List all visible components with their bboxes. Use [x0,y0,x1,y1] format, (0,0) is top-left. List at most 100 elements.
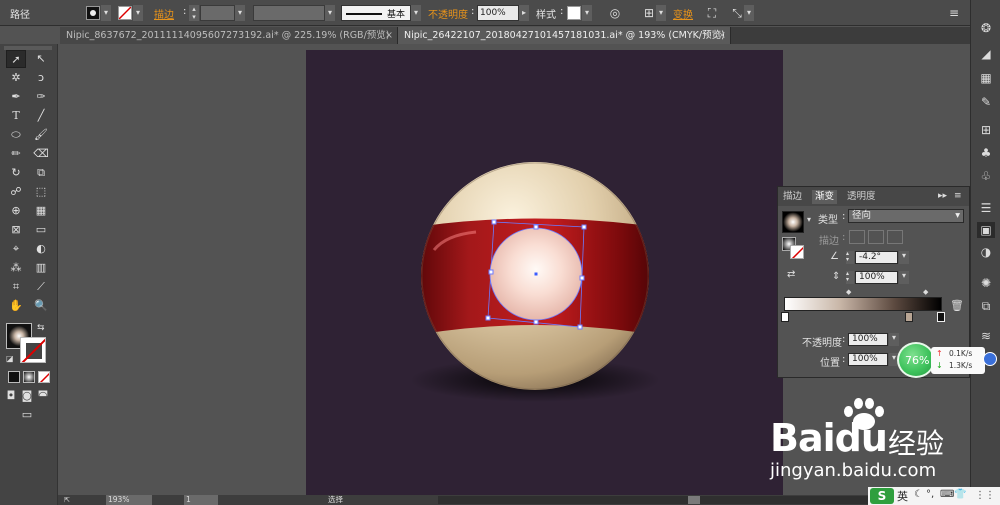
warp-tool-icon[interactable]: ☍ [6,183,26,201]
gradient-preset-dropdown[interactable]: ▾ [807,215,811,224]
opacity-link[interactable]: 不透明度 [428,6,468,21]
midpoint-diamond-1[interactable]: ◆ [846,288,851,296]
tab-document-2[interactable]: Nipic_26422107_20180427101457181031.ai* … [398,27,731,44]
gradient-mode-icon[interactable] [23,371,35,383]
variable-width-dropdown[interactable] [253,5,325,21]
selection-handle[interactable] [533,224,539,230]
style-swatch[interactable] [567,6,581,20]
draw-inside-icon[interactable]: ◚ [36,387,50,405]
hand-tool-icon[interactable]: ✋ [6,297,26,315]
billiard-ball-artwork[interactable] [306,50,783,495]
stroke-swatch[interactable] [118,6,132,20]
draw-normal-icon[interactable]: ◘ [4,387,18,405]
transform-link[interactable]: 变换 [673,6,693,21]
magic-wand-tool-icon[interactable]: ✲ [6,69,26,87]
keyboard-icon[interactable]: ⌨ [940,489,954,500]
stroke-weight-stepper[interactable]: ▴ ▾ [189,5,199,21]
slice-tool-icon[interactable]: ⟋ [31,278,51,296]
blend-tool-icon[interactable]: ◐ [31,240,51,258]
tab-document-1[interactable]: Nipic_8637672_20111114095607273192.ai* @… [60,27,398,44]
accelerator-icon[interactable] [983,352,997,366]
reverse-gradient-icon[interactable]: ⇄ [787,269,795,280]
draw-behind-icon[interactable]: ◙ [20,387,34,405]
mesh-tool-icon[interactable]: ⊠ [6,221,26,239]
column-graph-tool-icon[interactable]: ▥ [31,259,51,277]
stroke-within-icon[interactable] [849,230,865,244]
symbols-icon[interactable]: ⊞ [977,122,995,138]
pen-tool-icon[interactable]: ✒ [6,88,26,106]
close-icon[interactable]: × [718,27,726,44]
tab-transparency[interactable]: 透明度 [844,190,879,204]
gradient-tool-icon[interactable]: ▭ [31,221,51,239]
gradient-slider-bar[interactable] [784,297,942,311]
stroke-dropdown-arrow[interactable]: ▾ [133,5,143,21]
opacity-dropdown[interactable]: ▸ [519,5,529,21]
appearance-icon[interactable]: ♧ [977,168,995,184]
artboard-nav-icon[interactable]: ⇱ [64,496,76,504]
gradient-panel-icon[interactable]: ▣ [977,222,995,238]
stroke-panel-icon[interactable]: ☰ [977,200,995,216]
transform-panel-icon[interactable]: ⧉ [977,298,995,314]
moon-icon[interactable]: ☾ [914,489,923,500]
style-dropdown-arrow[interactable]: ▾ [582,5,592,21]
grid-menu-icon[interactable]: ⋮⋮ [970,487,1000,505]
type-tool-icon[interactable]: T [6,107,26,125]
selection-handle[interactable] [533,319,539,325]
gradient-stop-tan[interactable] [905,312,913,322]
none-mode-icon[interactable] [38,371,50,383]
pencil-tool-icon[interactable]: ✏ [6,145,26,163]
opacity-input[interactable]: 100% [477,5,519,21]
line-tool-icon[interactable]: ╱ [31,107,51,125]
opacity-input[interactable]: 100% [848,333,888,346]
selection-handle[interactable] [577,324,583,330]
variable-width-arrow[interactable]: ▾ [325,5,335,21]
align-panel-icon[interactable]: ✺ [977,275,995,291]
default-colors-icon[interactable]: ◪ [6,354,14,363]
direct-selection-tool-icon[interactable]: ↖ [31,50,51,68]
color-guide-icon[interactable]: ❂ [977,20,995,36]
recolor-icon[interactable]: ◎ [606,4,624,22]
paintbrush-tool-icon[interactable]: 🖌 [31,126,51,144]
free-transform-tool-icon[interactable]: ⬚ [31,183,51,201]
gradient-preview-swatch[interactable] [782,211,804,233]
delete-stop-icon[interactable]: 🗑 [950,299,964,312]
flip-dropdown[interactable]: ▾ [744,5,754,21]
center-point[interactable] [534,272,538,276]
brush-dropdown[interactable]: 基本 [341,5,411,21]
panel-collapse-icon[interactable]: ▸▸ [938,191,947,201]
selection-tool-icon[interactable]: ➚ [6,50,26,68]
align-dropdown[interactable]: ▾ [656,5,666,21]
perspective-grid-tool-icon[interactable]: ▦ [31,202,51,220]
skin-icon[interactable]: 👕 [954,489,966,500]
tab-stroke[interactable]: 描边 [780,190,805,204]
curvature-tool-icon[interactable]: ✑ [31,88,51,106]
color-mode-icon[interactable] [8,371,20,383]
midpoint-diamond-2[interactable]: ◆ [923,288,928,296]
selection-handle[interactable] [491,219,497,225]
angle-input[interactable]: -4.2° [855,251,898,264]
selection-handle[interactable] [581,224,587,230]
angle-dropdown[interactable]: ▾ [899,251,909,264]
stroke-along-icon[interactable] [868,230,884,244]
lasso-tool-icon[interactable]: ↄ [31,69,51,87]
punctuation-icon[interactable]: °, [926,489,934,500]
artboard-tool-icon[interactable]: ⌗ [6,278,26,296]
swatches-icon[interactable]: ▦ [977,70,995,86]
selection-handle[interactable] [579,275,585,281]
angle-stepper[interactable]: ▴ ▾ [846,251,854,264]
symbol-sprayer-tool-icon[interactable]: ⁂ [6,259,26,277]
selection-handle[interactable] [488,269,494,275]
brushes-icon[interactable]: ✎ [977,94,995,110]
ime-language[interactable]: 英 [897,488,908,504]
isolate-icon[interactable]: ⛶ [703,4,721,22]
page-input[interactable]: 1 [184,495,218,505]
brush-dropdown-arrow[interactable]: ▾ [411,5,421,21]
stroke-across-icon[interactable] [887,230,903,244]
eraser-tool-icon[interactable]: ⌫ [31,145,51,163]
scale-tool-icon[interactable]: ⧉ [31,164,51,182]
fill-swatch[interactable] [86,6,100,20]
selection-handle[interactable] [485,315,491,321]
stroke-link[interactable]: 描边 [154,6,174,21]
stroke-weight-dropdown[interactable]: ▾ [235,5,245,21]
gradient-stop-black[interactable] [937,312,945,322]
